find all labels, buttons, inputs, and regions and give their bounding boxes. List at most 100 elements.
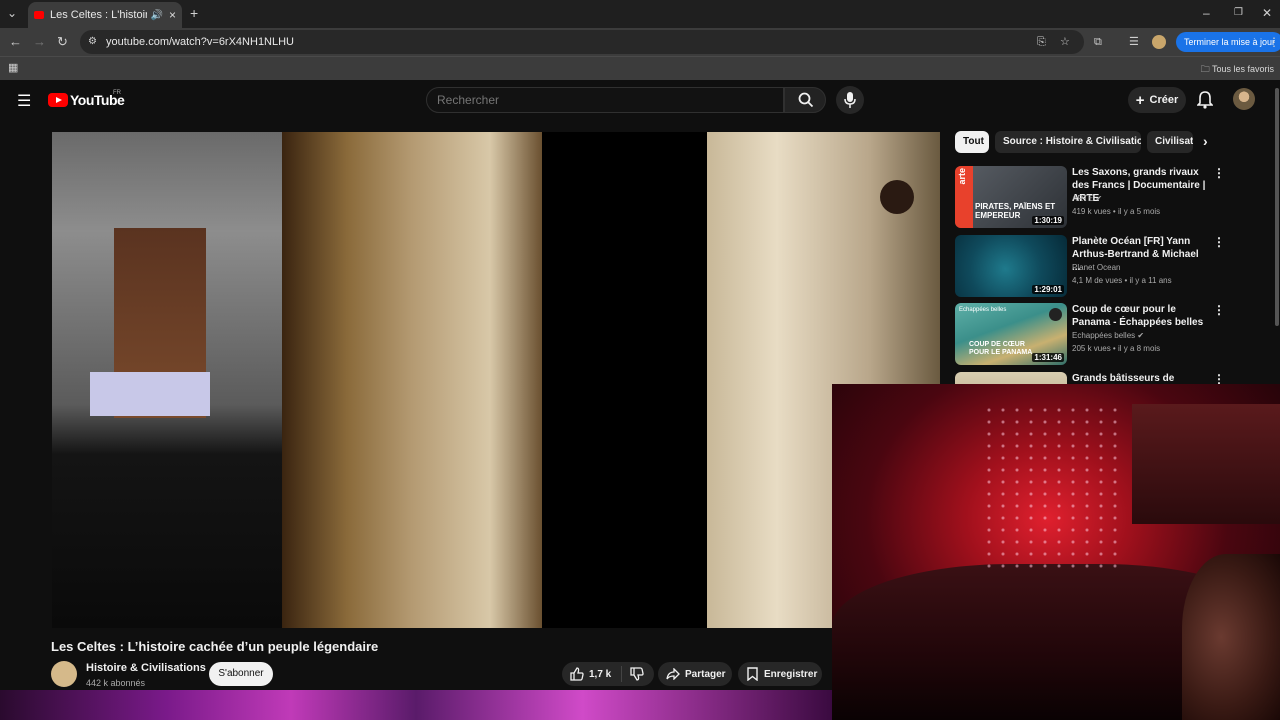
chip-source[interactable]: Source : Histoire & Civilisations bbox=[995, 131, 1141, 153]
recommendation-channel[interactable]: ARTE ✔ bbox=[1072, 194, 1102, 203]
recommendation-title[interactable]: Coup de cœur pour le Panama - Échappées … bbox=[1072, 303, 1206, 329]
more-actions-icon[interactable]: ⋮ bbox=[1213, 235, 1225, 249]
recommendation-meta: 419 k vues • il y a 5 mois bbox=[1072, 207, 1161, 216]
youtube-masthead: ☰ YouTube FR +Créer bbox=[0, 80, 1280, 120]
country-code: FR bbox=[113, 90, 121, 96]
thumbnail-brand: arte bbox=[957, 168, 967, 185]
browser-tab[interactable]: Les Celtes : L'histoire cachée 🔊 × bbox=[28, 2, 182, 28]
thumbs-up-icon bbox=[570, 667, 584, 681]
browser-tab-strip: ⌄ Les Celtes : L'histoire cachée 🔊 × + –… bbox=[0, 0, 1280, 28]
install-app-icon[interactable]: ⎘ bbox=[1037, 35, 1046, 49]
extensions-icon[interactable]: ⧉ bbox=[1094, 35, 1102, 49]
desktop-background-strip bbox=[0, 690, 832, 720]
recommendation-meta: 205 k vues • il y a 8 mois bbox=[1072, 344, 1161, 353]
video-duration: 1:29:01 bbox=[1032, 285, 1064, 294]
video-frame-light bbox=[90, 372, 210, 416]
maximize-icon[interactable]: ❐ bbox=[1234, 6, 1243, 20]
notifications-bell-icon[interactable] bbox=[1197, 91, 1213, 109]
recommendation-item[interactable]: arte PIRATES, PAÏENS ET EMPEREUR 1:30:19… bbox=[955, 166, 1267, 228]
all-bookmarks-label: Tous les favoris bbox=[1211, 64, 1274, 74]
thumbnail-brand: Echappées belles bbox=[959, 307, 1007, 313]
all-bookmarks-folder[interactable]: 🗀 Tous les favoris bbox=[1201, 62, 1274, 78]
webcam-person bbox=[1182, 554, 1280, 720]
more-actions-icon[interactable]: ⋮ bbox=[1213, 166, 1225, 180]
profile-avatar[interactable] bbox=[1152, 35, 1166, 49]
video-thumbnail[interactable]: 1:29:01 bbox=[955, 235, 1067, 297]
reload-icon[interactable]: ↻ bbox=[57, 35, 68, 49]
like-button[interactable]: 1,7 k bbox=[562, 666, 622, 682]
video-frame-middle bbox=[282, 132, 542, 628]
close-window-icon[interactable]: ✕ bbox=[1262, 6, 1272, 20]
channel-label: ARTE bbox=[1072, 194, 1094, 203]
dislike-button[interactable] bbox=[622, 667, 644, 681]
video-player[interactable] bbox=[52, 132, 940, 628]
chip-civilisations[interactable]: Civilisati bbox=[1147, 131, 1193, 153]
microphone-icon bbox=[844, 92, 856, 108]
recommendation-item[interactable]: 1:29:01 Planète Océan [FR] Yann Arthus-B… bbox=[955, 235, 1267, 297]
video-frame-object bbox=[880, 180, 914, 214]
recommendation-meta: 4,1 M de vues • il y a 11 ans bbox=[1072, 276, 1172, 285]
share-icon bbox=[666, 668, 680, 680]
subscribe-button[interactable]: S'abonner bbox=[209, 662, 273, 686]
back-icon[interactable]: ← bbox=[9, 35, 22, 49]
recommendation-channel[interactable]: Echappées belles ✔ bbox=[1072, 331, 1144, 340]
bookmarks-bar: ▦ 🗀 Tous les favoris bbox=[0, 56, 1280, 80]
voice-search-button[interactable] bbox=[836, 86, 864, 114]
like-count: 1,7 k bbox=[589, 668, 612, 680]
tab-search-icon[interactable]: ⌄ bbox=[7, 6, 17, 20]
video-thumbnail[interactable]: Echappées belles COUP DE CŒUR POUR LE PA… bbox=[955, 303, 1067, 365]
more-actions-icon[interactable]: ⋮ bbox=[1213, 303, 1225, 317]
save-label: Enregistrer bbox=[764, 668, 818, 680]
thumbs-down-icon bbox=[630, 667, 644, 681]
plus-icon: + bbox=[1135, 91, 1145, 109]
subscriber-count: 442 k abonnés bbox=[86, 678, 146, 688]
video-duration: 1:30:19 bbox=[1032, 216, 1064, 225]
guide-menu-icon[interactable]: ☰ bbox=[17, 91, 31, 111]
recommendation-item[interactable]: Echappées belles COUP DE CŒUR POUR LE PA… bbox=[955, 303, 1267, 365]
verified-icon: ✔ bbox=[1137, 331, 1145, 340]
verified-icon: ✔ bbox=[1095, 194, 1103, 203]
share-button[interactable]: Partager bbox=[658, 662, 732, 686]
page-scrollbar[interactable] bbox=[1275, 88, 1279, 326]
video-thumbnail[interactable]: arte PIRATES, PAÏENS ET EMPEREUR 1:30:19 bbox=[955, 166, 1067, 228]
audio-playing-icon[interactable]: 🔊 bbox=[151, 10, 163, 21]
url-text: youtube.com/watch?v=6rX4NH1NLHU bbox=[106, 36, 295, 48]
youtube-favicon-icon bbox=[34, 11, 44, 19]
bookmark-icon bbox=[747, 667, 758, 681]
youtube-logo-icon[interactable] bbox=[48, 93, 68, 107]
webcam-overlay bbox=[832, 384, 1280, 720]
apps-grid-icon[interactable]: ▦ bbox=[8, 61, 18, 75]
channel-avatar[interactable] bbox=[51, 661, 77, 687]
reading-list-icon[interactable]: ☰ bbox=[1129, 35, 1139, 49]
browser-menu-icon[interactable]: ⋮ bbox=[1268, 35, 1280, 49]
webcam-fairy-lights bbox=[982, 404, 1122, 574]
channel-name[interactable]: Histoire & Civilisations bbox=[86, 662, 206, 674]
recommendation-channel[interactable]: Planet Ocean bbox=[1072, 263, 1120, 272]
video-duration: 1:31:46 bbox=[1032, 353, 1064, 362]
create-label: Créer bbox=[1149, 94, 1179, 106]
webcam-wall-panel bbox=[1132, 404, 1280, 524]
close-tab-icon[interactable]: × bbox=[169, 8, 176, 22]
new-tab-icon[interactable]: + bbox=[190, 6, 198, 20]
search-input[interactable] bbox=[426, 87, 784, 113]
save-button[interactable]: Enregistrer bbox=[738, 662, 822, 686]
thumbnail-text: COUP DE CŒUR POUR LE PANAMA bbox=[969, 341, 1033, 356]
account-avatar[interactable] bbox=[1233, 88, 1255, 110]
minimize-icon[interactable]: – bbox=[1203, 6, 1210, 20]
forward-icon[interactable]: → bbox=[33, 35, 46, 49]
video-title: Les Celtes : L’histoire cachée d’un peup… bbox=[51, 639, 379, 654]
update-button[interactable]: Terminer la mise à jour bbox=[1176, 32, 1280, 52]
channel-badge-icon bbox=[1049, 308, 1062, 321]
address-bar[interactable]: ⚙ youtube.com/watch?v=6rX4NH1NLHU ⎘ ☆ bbox=[80, 30, 1084, 54]
site-info-icon[interactable]: ⚙ bbox=[88, 35, 97, 49]
search-icon bbox=[798, 92, 814, 108]
search-button[interactable] bbox=[784, 87, 826, 113]
bookmark-star-icon[interactable]: ☆ bbox=[1060, 35, 1070, 49]
browser-toolbar: ← → ↻ ⚙ youtube.com/watch?v=6rX4NH1NLHU … bbox=[0, 28, 1280, 56]
chip-all[interactable]: Tout bbox=[955, 131, 989, 153]
chevron-right-icon[interactable]: › bbox=[1203, 133, 1208, 149]
like-dislike-group: 1,7 k bbox=[562, 662, 654, 686]
folder-icon: 🗀 bbox=[1200, 64, 1212, 74]
create-button[interactable]: + Créer bbox=[1128, 87, 1186, 113]
tab-title: Les Celtes : L'histoire cachée bbox=[50, 9, 147, 21]
